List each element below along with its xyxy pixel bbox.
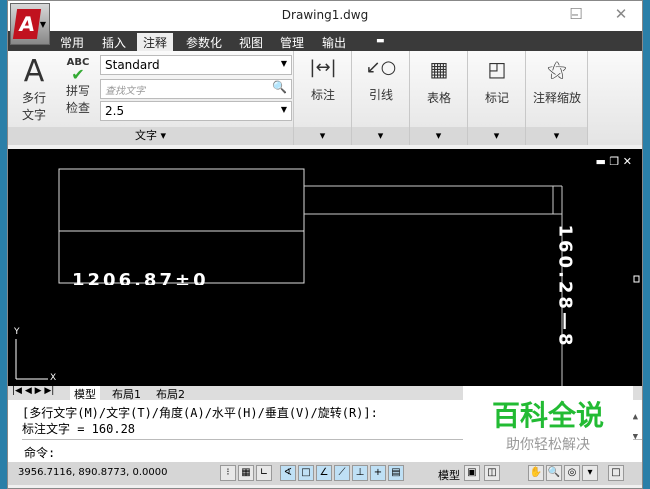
chevron-down-icon[interactable]: ▾	[526, 127, 587, 145]
tab-home[interactable]: 常用	[54, 33, 90, 51]
checkmark-icon: ✔	[71, 65, 85, 84]
title-bar: Drawing1.dwg – ☐ ✕	[8, 1, 642, 31]
chevron-down-icon[interactable]: ▾	[410, 127, 467, 145]
watermark-title: 百科全说	[491, 399, 604, 432]
table-label: 表格	[426, 91, 451, 105]
command-prompt[interactable]: 命令:	[24, 444, 55, 461]
ortho-toggle[interactable]: ∟	[256, 465, 272, 481]
annotation-scaling-button[interactable]: ⚝ 注释缩放	[526, 57, 588, 106]
zoom-icon[interactable]: 🔍	[546, 465, 562, 481]
chevron-down-icon[interactable]: ▾	[468, 127, 525, 145]
polar-toggle[interactable]: ∢	[280, 465, 296, 481]
text-a-icon: A	[23, 54, 45, 89]
tab-parametric[interactable]: 参数化	[180, 33, 228, 51]
coordinates-readout: 3956.7116, 890.8773, 0.0000	[18, 467, 168, 478]
steering-wheel-icon[interactable]: ◎	[564, 465, 580, 481]
tab-manage[interactable]: 管理	[274, 33, 310, 51]
table-panel[interactable]: ▦ 表格 ▾	[410, 51, 468, 145]
dimension-panel[interactable]: |↔| 标注 ▾	[294, 51, 352, 145]
chevron-down-icon: ▼	[280, 105, 287, 114]
spell-check-button[interactable]: ABC ✔ 拼写 检查	[60, 57, 96, 116]
markup-label: 标记	[484, 91, 509, 105]
text-panel-title[interactable]: 文字 ▾	[8, 127, 293, 145]
dimension-button[interactable]: |↔| 标注	[294, 57, 352, 103]
chevron-down-icon: ▼	[280, 59, 287, 68]
scroll-down-icon[interactable]: ▼	[633, 432, 638, 442]
ribbon: A 多行 文字 ABC ✔ 拼写 检查 Standard ▼ 查找文字 🔍 2.5 ▼…	[8, 51, 642, 145]
annotation-scale-icon: ⚝	[547, 57, 567, 81]
text-style-select[interactable]: Standard ▼	[100, 55, 292, 75]
tab-insert[interactable]: 插入	[96, 33, 132, 51]
rectangle	[58, 168, 305, 284]
ducs-toggle[interactable]: ⊥	[352, 465, 368, 481]
chevron-down-icon[interactable]: ▾	[294, 127, 351, 145]
mtext-label2: 文字	[21, 108, 46, 122]
text-panel: A 多行 文字 ABC ✔ 拼写 检查 Standard ▼ 查找文字 🔍 2.5 ▼…	[8, 51, 294, 145]
markup-panel[interactable]: ◰ 标记 ▾	[468, 51, 526, 145]
leader-panel[interactable]: ↙○ 引线 ▾	[352, 51, 410, 145]
maximize-button[interactable]: ☐	[563, 5, 589, 23]
autocad-logo-icon: A	[12, 9, 42, 39]
ucs-y-label: Y	[14, 327, 20, 337]
dimension-text-horizontal: 1206.87±0	[72, 271, 209, 285]
otrack-toggle[interactable]: ⟋	[334, 465, 350, 481]
clean-screen-icon[interactable]: □	[608, 465, 624, 481]
spell-label: 拼写	[65, 84, 90, 98]
text-style-value: Standard	[105, 58, 160, 72]
mtext-button[interactable]: A 多行 文字	[14, 55, 54, 123]
table-button[interactable]: ▦ 表格	[410, 57, 468, 106]
3d-osnap-toggle[interactable]: ∠	[316, 465, 332, 481]
window-title: Drawing1.dwg	[281, 8, 369, 22]
application-menu-button[interactable]: A ▼	[10, 3, 50, 45]
leader-label: 引线	[368, 88, 393, 102]
mtext-label: 多行	[21, 91, 46, 105]
scroll-up-icon[interactable]: ▲	[633, 412, 638, 422]
ucs-x-label: X	[50, 373, 57, 383]
text-height-select[interactable]: 2.5 ▼	[100, 101, 292, 121]
grip[interactable]	[633, 275, 640, 283]
lineweight-toggle[interactable]: ▤	[388, 465, 404, 481]
find-text-placeholder: 查找文字	[105, 86, 145, 97]
layout-icon[interactable]: ▣	[464, 465, 480, 481]
text-panel-label: 文字	[134, 129, 157, 142]
leader-icon: ↙○	[365, 57, 397, 78]
pan-icon[interactable]: ✋	[528, 465, 544, 481]
command-history-line: [多行文字(M)/文字(T)/角度(A)/水平(H)/垂直(V)/旋转(R)]:	[22, 406, 378, 420]
drawing-geometry	[15, 168, 640, 386]
watermark-subtitle: 助你轻松解决	[506, 437, 590, 453]
autocad-window: Drawing1.dwg – ☐ ✕ A ▼ 常用 插入 注释 参数化 视图 管…	[7, 0, 643, 489]
find-icon[interactable]: 🔍	[272, 80, 287, 94]
annotation-scaling-label: 注释缩放	[532, 91, 581, 105]
find-text-input[interactable]: 查找文字 🔍	[100, 79, 292, 99]
ribbon-tabs: 常用 插入 注释 参数化 视图 管理 输出 ▬	[8, 31, 642, 51]
chevron-down-icon: ▼	[39, 20, 46, 29]
drawing-canvas[interactable]: ▬ ❐ ✕ 1206.87±0 160.28—8 Y X	[8, 149, 642, 386]
tab-annotate[interactable]: 注释	[137, 33, 174, 51]
snap-toggle[interactable]: ⁝	[220, 465, 236, 481]
quick-view-icon[interactable]: ◫	[484, 465, 500, 481]
showmotion-icon[interactable]: ▾	[582, 465, 598, 481]
status-bar: 3956.7116, 890.8773, 0.0000 ⁝ ▦ ∟ ∢ □ ∠ …	[8, 462, 642, 485]
leader-button[interactable]: ↙○ 引线	[352, 57, 410, 103]
text-height-value: 2.5	[105, 104, 125, 118]
markup-button[interactable]: ◰ 标记	[468, 57, 526, 106]
tab-navigation-arrows[interactable]: |◀ ◀ ▶ ▶|	[12, 386, 54, 396]
grid-toggle[interactable]: ▦	[238, 465, 254, 481]
annotation-scaling-panel[interactable]: ⚝ 注释缩放 ▾	[526, 51, 588, 145]
tab-output[interactable]: 输出	[316, 33, 352, 51]
command-history-line: 标注文字 = 160.28	[22, 422, 136, 436]
watermark: 百科全说 助你轻松解决	[463, 386, 633, 461]
osnap-toggle[interactable]: □	[298, 465, 314, 481]
dyn-toggle[interactable]: +	[370, 465, 386, 481]
spell-label2: 检查	[65, 101, 90, 115]
close-button[interactable]: ✕	[608, 5, 634, 23]
revision-cloud-icon: ◰	[487, 57, 507, 81]
chevron-down-icon[interactable]: ▾	[352, 127, 409, 145]
dimension-label: 标注	[310, 88, 335, 102]
dimension-text-vertical: 160.28—8	[554, 224, 576, 349]
tab-view[interactable]: 视图	[233, 33, 269, 51]
model-button[interactable]: 模型	[438, 467, 460, 483]
linear-dimension-icon: |↔|	[309, 57, 337, 78]
table-icon: ▦	[429, 57, 449, 81]
